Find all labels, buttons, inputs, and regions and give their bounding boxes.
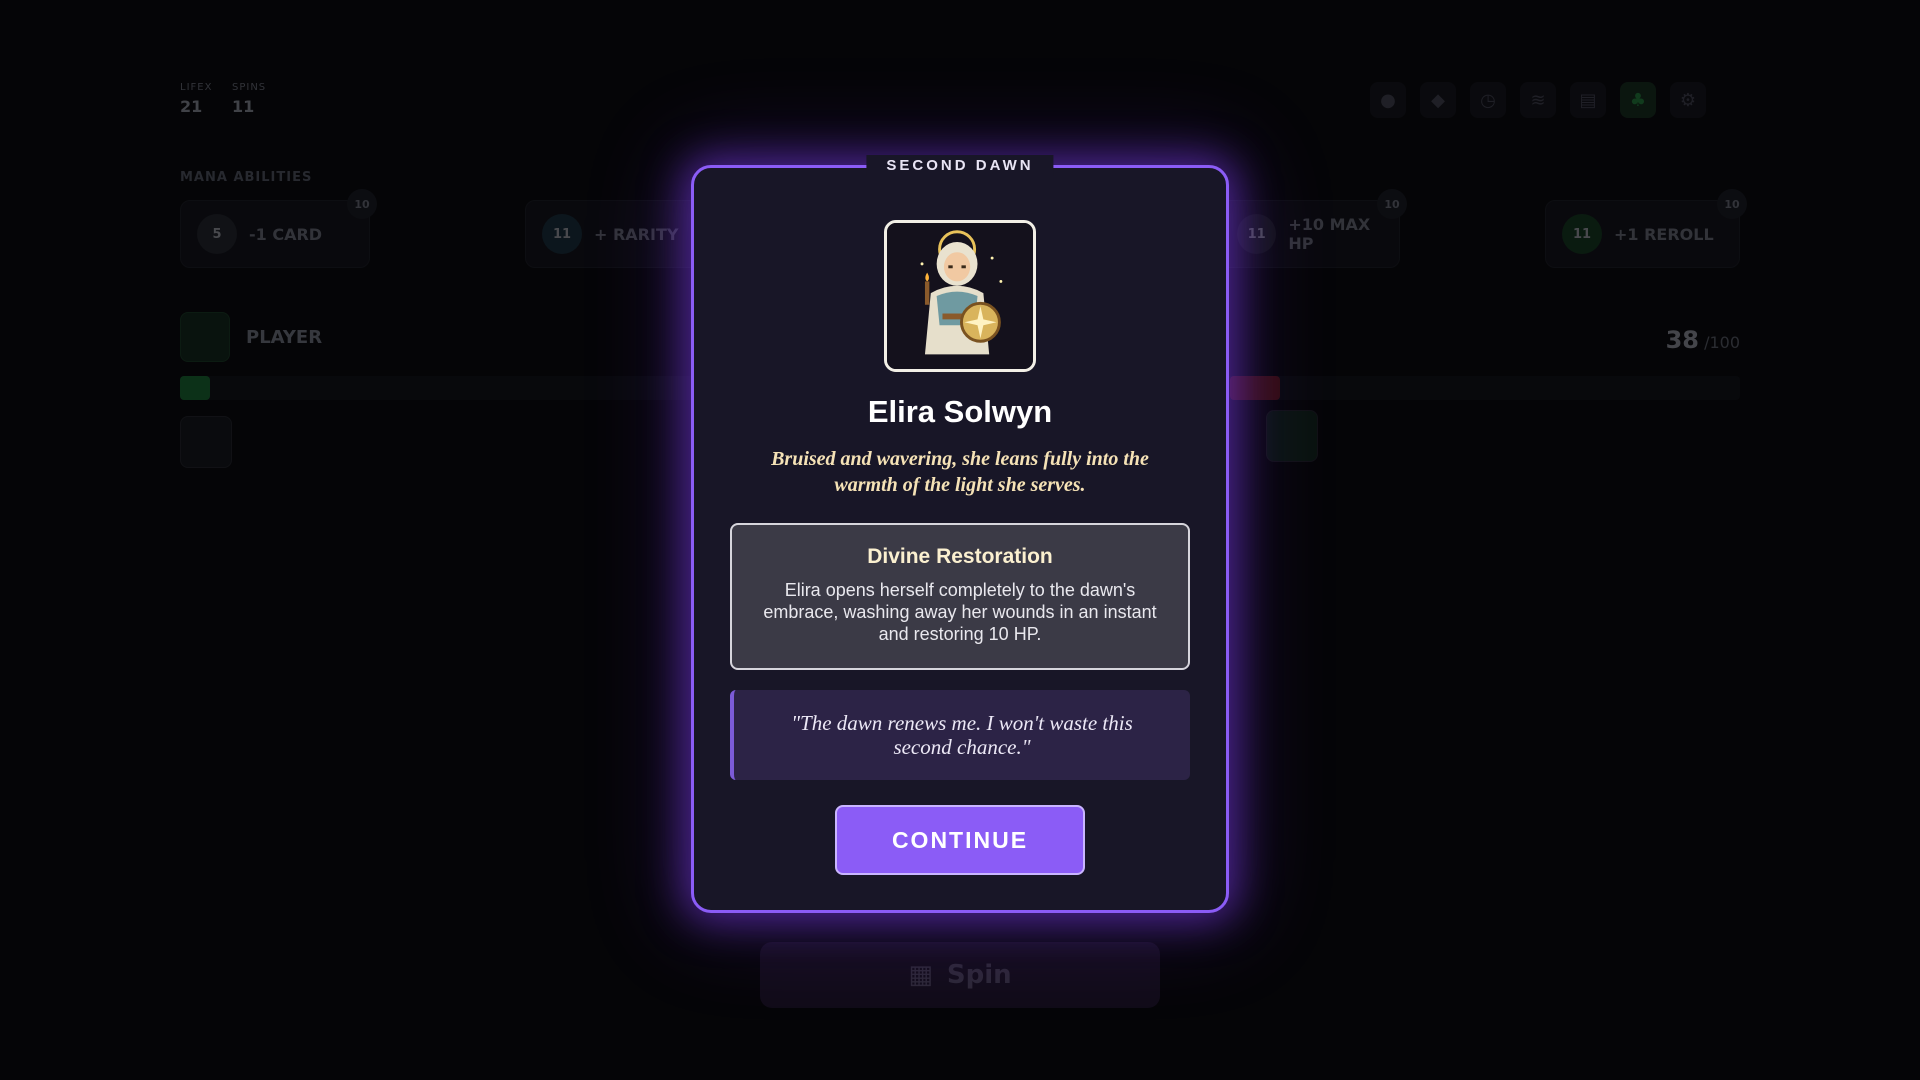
top-toolbar: ● ◆ ◷ ≋ ▤ ♣ ⚙ [1370, 82, 1706, 118]
spins-value: 11 [232, 97, 255, 116]
player-avatar [180, 312, 230, 362]
character-portrait [884, 220, 1036, 372]
spins-stat: SPINS 11 [232, 82, 266, 116]
game-screen: LIFEX 21 SPINS 11 ● ◆ ◷ ≋ ▤ ♣ ⚙ MANA ABI… [0, 0, 1920, 1080]
gear-icon[interactable]: ⚙ [1670, 82, 1706, 118]
hp-max: /100 [1704, 333, 1740, 352]
modal-title: SECOND DAWN [866, 155, 1054, 176]
ability-card: Divine Restoration Elira opens herself c… [730, 523, 1190, 670]
spin-label: Spin [946, 960, 1012, 990]
player-label: PLAYER [246, 326, 323, 348]
lives-label: LIFEX [180, 82, 213, 93]
mana-orb-icon: 11 [1562, 214, 1602, 254]
character-quote: "The dawn renews me. I won't waste this … [730, 690, 1190, 780]
player-header: PLAYER [180, 312, 322, 362]
tree-icon[interactable]: ♣ [1620, 82, 1656, 118]
ability-cost-badge: 10 [1717, 189, 1747, 219]
mana-orb-icon: 11 [542, 214, 582, 254]
event-modal: SECOND DAWN Elira Solwyn Bruised and wav… [691, 155, 1229, 913]
ability-title: Divine Restoration [867, 545, 1053, 568]
slot-icon: ▦ [908, 960, 933, 990]
spin-button: ▦ Spin [760, 942, 1160, 1008]
ability-label: +10 MAX HP [1288, 215, 1371, 253]
hp-current: 38 [1665, 326, 1699, 354]
ability-description: Elira opens herself completely to the da… [763, 580, 1157, 644]
gem-icon[interactable]: ◆ [1420, 82, 1456, 118]
relic-slot[interactable] [180, 416, 232, 468]
continue-button[interactable]: CONTINUE [835, 805, 1085, 875]
hp-readout: 38 /100 [1666, 326, 1740, 354]
coin-icon[interactable]: ● [1370, 82, 1406, 118]
priestess-portrait-icon [887, 223, 1033, 369]
spins-label: SPINS [232, 82, 267, 93]
ability-cost-badge: 10 [347, 189, 377, 219]
lives-value: 21 [180, 97, 203, 116]
ability-minus-card[interactable]: 5 -1 CARD 10 [180, 189, 377, 268]
mana-abilities-title: MANA ABILITIES [180, 170, 313, 185]
quote-text: "The dawn renews me. I won't waste this … [791, 711, 1133, 759]
ability-cost-badge: 10 [1377, 189, 1407, 219]
ability-reroll[interactable]: 11 +1 REROLL 10 [1545, 189, 1747, 268]
buff-slot[interactable] [1266, 410, 1318, 462]
ability-label: +1 REROLL [1614, 224, 1714, 244]
enemy-bar-fill [1230, 376, 1280, 400]
ability-plus-rarity[interactable]: 11 + RARITY [525, 200, 715, 268]
scroll-icon[interactable]: ▤ [1570, 82, 1606, 118]
player-bar-fill [180, 376, 210, 400]
ability-max-hp[interactable]: 11 +10 MAX HP 10 [1220, 189, 1407, 268]
clock-icon[interactable]: ◷ [1470, 82, 1506, 118]
mana-orb-icon: 11 [1237, 214, 1277, 254]
lives-stat: LIFEX 21 [180, 82, 212, 116]
layers-icon[interactable]: ≋ [1520, 82, 1556, 118]
ability-label: -1 CARD [249, 224, 323, 244]
mana-orb-icon: 5 [197, 214, 237, 254]
character-description: Bruised and wavering, she leans fully in… [771, 448, 1149, 496]
ability-label: + RARITY [594, 224, 679, 244]
character-name: Elira Solwyn [867, 394, 1053, 429]
